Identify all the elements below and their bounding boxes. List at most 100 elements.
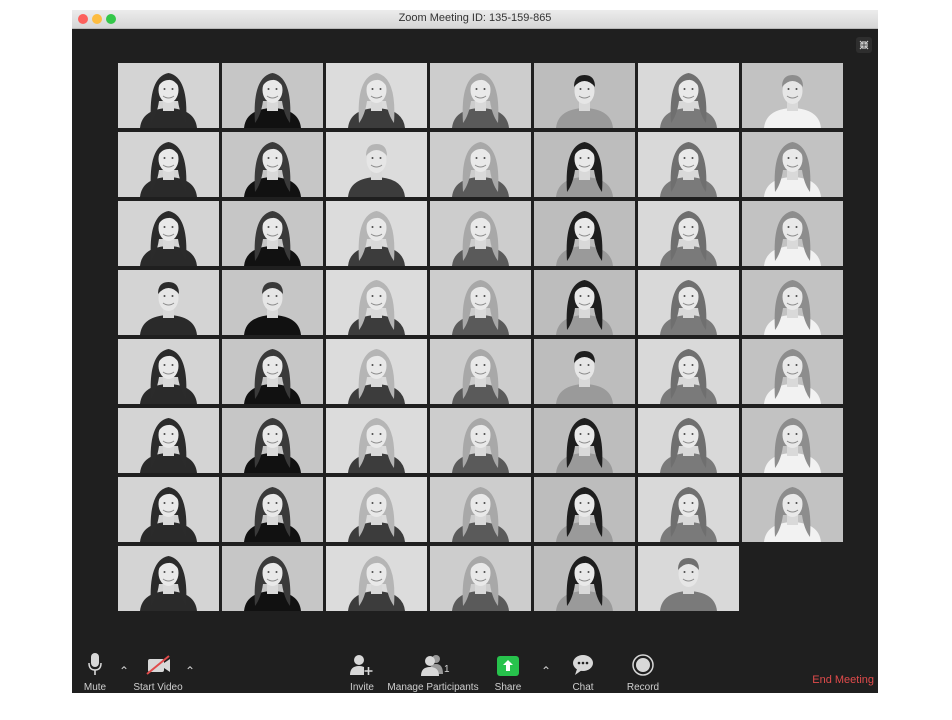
participant-photo <box>348 418 405 473</box>
mute-button[interactable]: Mute <box>80 646 110 693</box>
participant-video-tile[interactable] <box>534 339 635 404</box>
participant-video-tile[interactable] <box>222 63 323 128</box>
participant-video-tile[interactable] <box>742 63 843 128</box>
record-button[interactable]: Record <box>626 646 660 693</box>
participant-photo <box>764 75 821 128</box>
end-meeting-button[interactable]: End Meeting <box>812 674 874 686</box>
participant-video-tile[interactable] <box>222 201 323 266</box>
participant-video-tile[interactable] <box>222 132 323 197</box>
manage-participants-button[interactable]: Manage Participants <box>387 646 479 693</box>
participant-photo <box>660 349 717 404</box>
participant-video-tile[interactable] <box>742 132 843 197</box>
participant-photo <box>244 142 301 197</box>
participant-video-tile[interactable] <box>326 339 427 404</box>
participant-photo <box>452 211 509 266</box>
participant-video-tile[interactable] <box>534 132 635 197</box>
chat-icon <box>573 655 593 675</box>
participant-video-tile[interactable] <box>118 270 219 335</box>
participant-photo <box>660 280 717 335</box>
participant-video-tile[interactable] <box>326 63 427 128</box>
participant-video-tile[interactable] <box>118 63 219 128</box>
participant-video-tile[interactable] <box>742 201 843 266</box>
participant-video-tile[interactable] <box>430 408 531 473</box>
participant-video-tile[interactable] <box>534 546 635 611</box>
share-button[interactable]: Share <box>494 646 522 693</box>
participant-video-tile[interactable] <box>534 477 635 542</box>
participant-photo <box>140 418 197 473</box>
participant-video-tile[interactable] <box>222 477 323 542</box>
participant-video-tile[interactable] <box>638 477 739 542</box>
participant-video-tile[interactable] <box>430 477 531 542</box>
participant-photo <box>244 73 301 128</box>
participant-photo <box>660 211 717 266</box>
participant-video-tile[interactable] <box>118 132 219 197</box>
participant-photo <box>452 349 509 404</box>
participant-photo <box>556 351 613 404</box>
participant-video-tile[interactable] <box>638 63 739 128</box>
participant-photo <box>556 142 613 197</box>
participant-photo <box>348 280 405 335</box>
participant-video-tile[interactable] <box>326 546 427 611</box>
participant-photo <box>764 418 821 473</box>
start-video-button[interactable]: Start Video <box>133 646 183 693</box>
participant-photo <box>660 142 717 197</box>
participant-video-tile[interactable] <box>430 546 531 611</box>
participant-video-tile[interactable] <box>430 270 531 335</box>
participant-video-tile[interactable] <box>326 408 427 473</box>
audio-options-chevron-icon[interactable]: ⌃ <box>119 665 129 677</box>
participant-video-tile[interactable] <box>222 339 323 404</box>
participant-video-tile[interactable] <box>534 201 635 266</box>
invite-button[interactable]: Invite <box>348 646 376 693</box>
participant-video-tile[interactable] <box>638 546 739 611</box>
share-screen-icon <box>497 656 519 676</box>
participant-video-tile[interactable] <box>326 270 427 335</box>
participant-video-tile[interactable] <box>534 270 635 335</box>
participant-video-tile[interactable] <box>118 546 219 611</box>
participant-photo <box>764 349 821 404</box>
participant-video-tile[interactable] <box>638 201 739 266</box>
participant-video-tile[interactable] <box>430 132 531 197</box>
record-label: Record <box>626 682 660 693</box>
participant-video-tile[interactable] <box>222 408 323 473</box>
participant-video-tile[interactable] <box>638 339 739 404</box>
participant-video-tile[interactable] <box>742 270 843 335</box>
add-person-icon <box>350 655 373 675</box>
participant-photo <box>244 487 301 542</box>
participant-photo <box>556 487 613 542</box>
participant-video-tile[interactable] <box>118 339 219 404</box>
participant-photo <box>244 211 301 266</box>
share-label: Share <box>494 682 522 693</box>
exit-fullscreen-button[interactable] <box>856 37 872 53</box>
participant-photo <box>660 558 717 611</box>
mute-label: Mute <box>83 682 107 693</box>
participant-photo <box>348 211 405 266</box>
participant-video-tile[interactable] <box>326 201 427 266</box>
participant-video-tile[interactable] <box>222 546 323 611</box>
record-icon <box>632 654 654 676</box>
participant-video-tile[interactable] <box>326 132 427 197</box>
participant-video-tile[interactable] <box>638 408 739 473</box>
window-title: Zoom Meeting ID: 135-159-865 <box>398 12 552 24</box>
participant-video-tile[interactable] <box>638 270 739 335</box>
participant-video-tile[interactable] <box>430 63 531 128</box>
participant-video-tile[interactable] <box>118 408 219 473</box>
participant-photo <box>556 75 613 128</box>
participant-video-tile[interactable] <box>742 408 843 473</box>
participant-video-tile[interactable] <box>118 201 219 266</box>
participant-video-tile[interactable] <box>638 132 739 197</box>
participant-video-tile[interactable] <box>534 63 635 128</box>
participant-photo <box>764 211 821 266</box>
participant-video-tile[interactable] <box>222 270 323 335</box>
video-options-chevron-icon[interactable]: ⌃ <box>185 665 195 677</box>
participant-video-tile[interactable] <box>742 477 843 542</box>
gallery-view <box>118 63 848 615</box>
participant-video-tile[interactable] <box>326 477 427 542</box>
share-options-chevron-icon[interactable]: ⌃ <box>541 665 551 677</box>
participant-video-tile[interactable] <box>118 477 219 542</box>
participant-video-tile[interactable] <box>742 339 843 404</box>
chat-button[interactable]: Chat <box>569 646 597 693</box>
participant-video-tile[interactable] <box>430 201 531 266</box>
participant-photo <box>452 73 509 128</box>
participant-video-tile[interactable] <box>430 339 531 404</box>
participant-video-tile[interactable] <box>534 408 635 473</box>
